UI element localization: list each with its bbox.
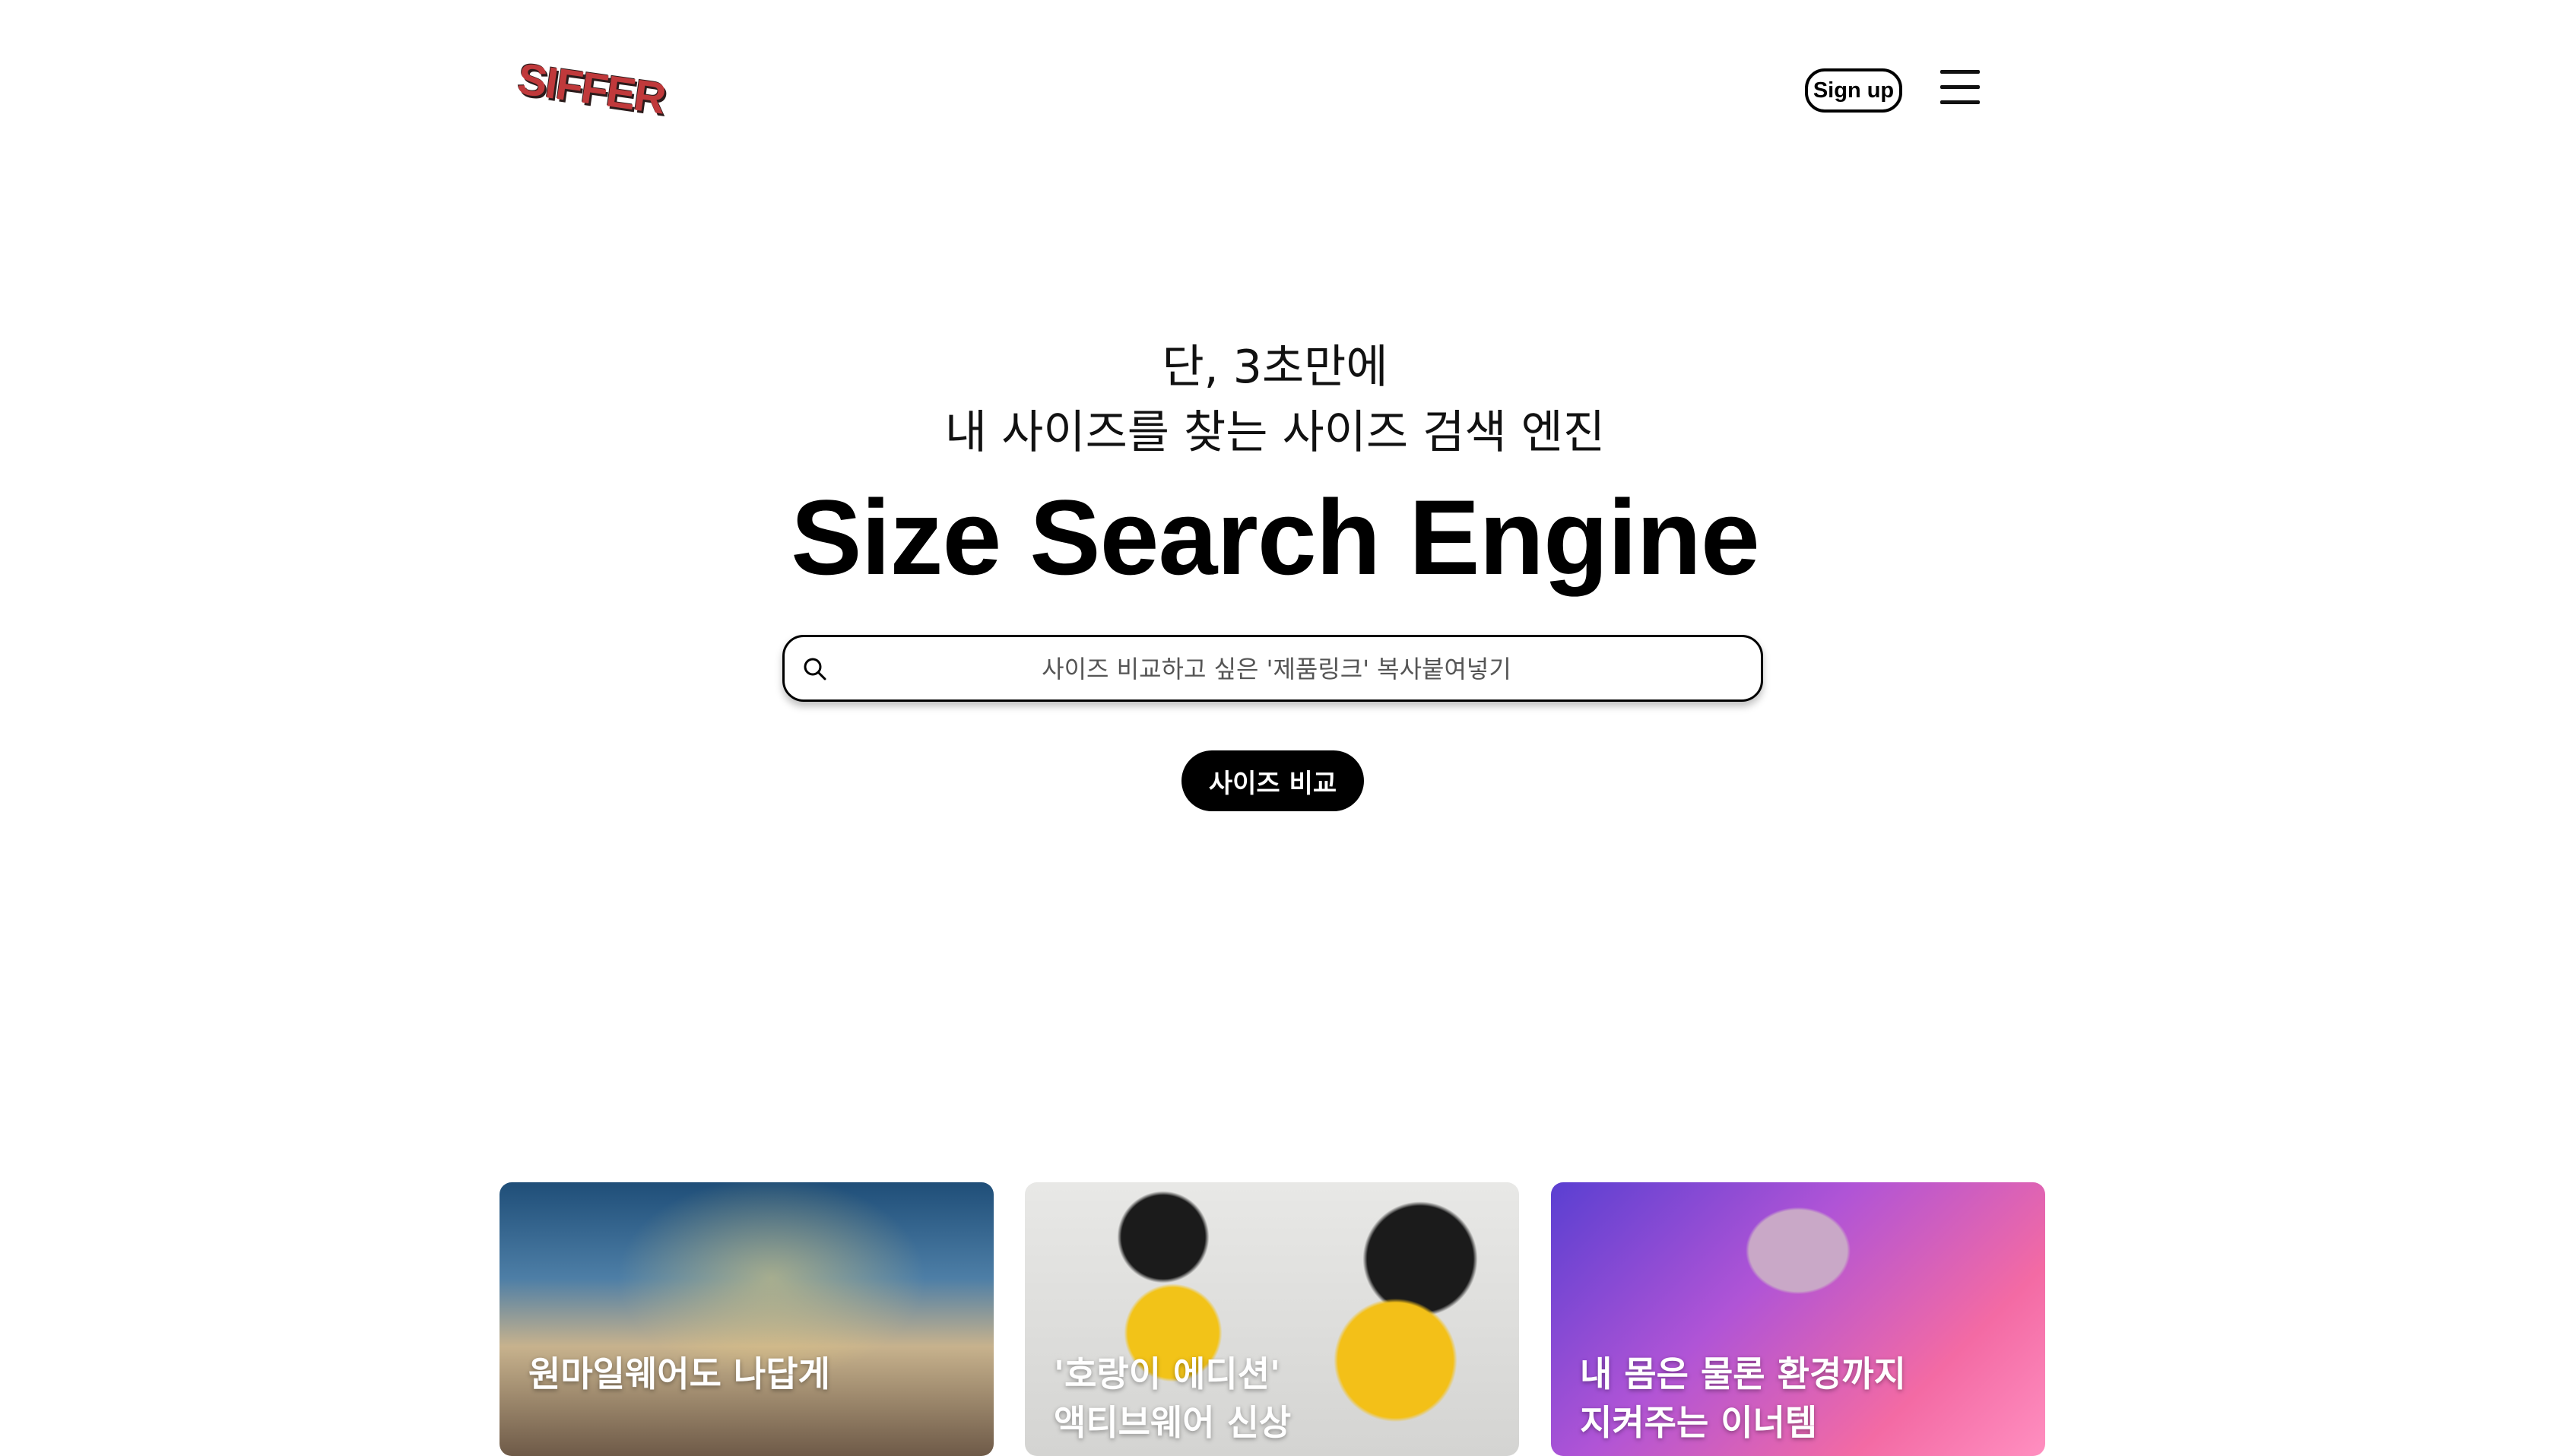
sign-up-button[interactable]: Sign up — [1805, 68, 1902, 113]
search-bar — [782, 635, 1763, 702]
siffer-logo[interactable]: SIFFER — [515, 53, 668, 123]
logo-text: SIFFER — [514, 53, 668, 124]
feature-card[interactable]: 내 몸은 물론 환경까지 지켜주는 이너템 — [1551, 1182, 2045, 1456]
search-icon — [804, 658, 826, 680]
size-compare-button[interactable]: 사이즈 비교 — [1181, 750, 1364, 811]
product-link-input[interactable] — [845, 637, 1708, 701]
card-title: 내 몸은 물론 환경까지 지켜주는 이너템 — [1580, 1353, 1906, 1443]
feature-cards: 원마일웨어도 나답게 '호랑이 에디션' 액티브웨어 신상 내 몸은 물론 환경… — [500, 1182, 2046, 1456]
feature-card[interactable]: '호랑이 에디션' 액티브웨어 신상 — [1025, 1182, 1519, 1456]
hero-subtitle-line2: 내 사이즈를 찾는 사이즈 검색 엔진 — [944, 406, 1606, 459]
card-title: '호랑이 에디션' 액티브웨어 신상 — [1054, 1353, 1292, 1443]
feature-card[interactable]: 원마일웨어도 나답게 — [500, 1182, 994, 1456]
hero-title: Size Search Engine — [791, 477, 1760, 597]
card-title: 원마일웨어도 나답게 — [528, 1353, 830, 1394]
hero-subtitle-line1: 단, 3초만에 — [1162, 341, 1388, 394]
hero-section: 단, 3초만에 내 사이즈를 찾는 사이즈 검색 엔진 Size Search … — [0, 335, 2550, 595]
header: SIFFER Sign up — [0, 0, 2550, 175]
hamburger-menu-icon[interactable] — [1940, 70, 1980, 105]
